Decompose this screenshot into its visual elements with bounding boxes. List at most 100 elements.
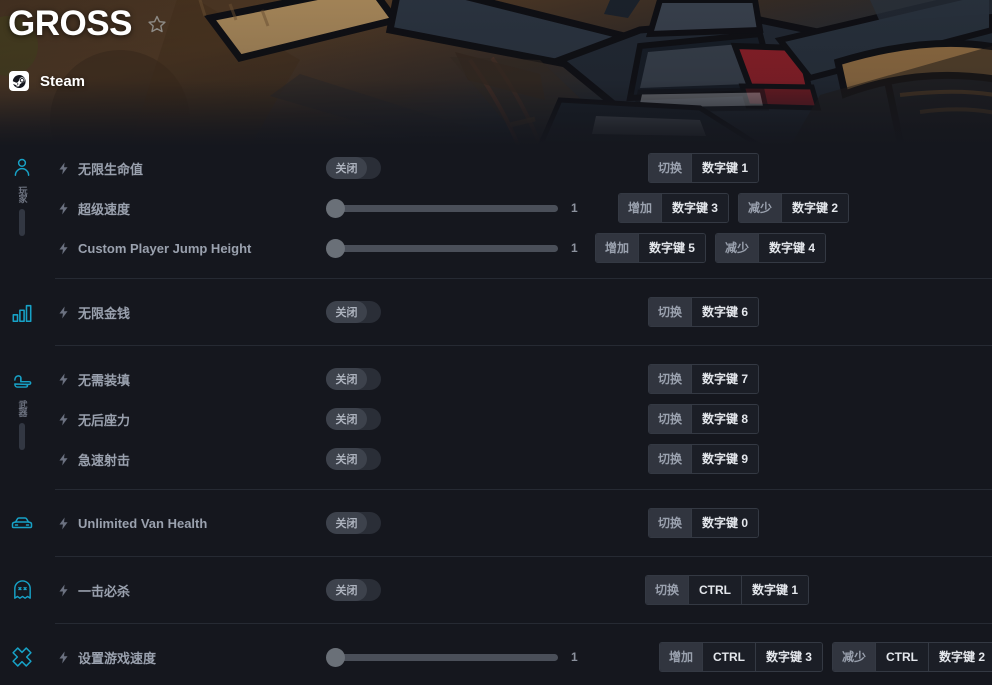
hotkey-combo[interactable]: 减少 数字键 2 <box>737 193 849 223</box>
cheat-row[interactable]: 无限金钱 关闭 切换 数字键 6 <box>55 292 992 332</box>
hotkey-key: 数字键 4 <box>757 234 825 262</box>
toggle-switch[interactable]: 关闭 <box>326 368 381 390</box>
cheat-control[interactable]: 1 <box>326 646 578 668</box>
cheat-label: 急速射击 <box>78 452 131 468</box>
cheat-label: 无需装填 <box>78 372 131 388</box>
hotkey-modifier-key: CTRL <box>701 643 755 671</box>
hotkey-key: 数字键 7 <box>690 365 758 393</box>
cheat-row[interactable]: Unlimited Van Health 关闭 切换 数字键 0 <box>55 503 992 543</box>
hotkey-combo[interactable]: 切换 数字键 6 <box>647 297 759 327</box>
cheat-control[interactable]: 1 <box>326 237 578 259</box>
value-slider[interactable] <box>326 197 558 219</box>
hotkey-combo[interactable]: 增加 数字键 5 <box>594 233 706 263</box>
ghost-icon[interactable] <box>9 577 35 603</box>
hotkey-group: 切换 数字键 0 <box>647 508 759 538</box>
sidebar-item-money[interactable] <box>0 300 44 326</box>
cheat-row[interactable]: 无需装填 关闭 切换 数字键 7 <box>55 359 992 399</box>
toggle-state-label: 关闭 <box>326 301 367 323</box>
cheat-label: 一击必杀 <box>78 583 131 599</box>
hotkey-combo[interactable]: 切换 数字键 8 <box>647 404 759 434</box>
slider-knob[interactable] <box>326 647 345 667</box>
toggle-switch[interactable]: 关闭 <box>326 512 381 534</box>
sidebar-item-enemies[interactable] <box>0 577 44 603</box>
cheat-label: 设置游戏速度 <box>78 650 157 666</box>
toggle-switch[interactable]: 关闭 <box>326 157 381 179</box>
toggle-switch[interactable]: 关闭 <box>326 448 381 470</box>
bar-chart-icon[interactable] <box>9 300 35 326</box>
platform-label: Steam <box>40 72 86 90</box>
sidebar-item-player[interactable]: 玩家 <box>0 154 44 236</box>
group-separator <box>55 345 992 346</box>
hotkey-key: 数字键 2 <box>780 194 848 222</box>
cheat-control[interactable]: 关闭 <box>326 579 381 601</box>
toggle-state-label: 关闭 <box>326 512 367 534</box>
toggle-switch[interactable]: 关闭 <box>326 301 381 323</box>
hotkey-key: 数字键 5 <box>637 234 705 262</box>
lightning-icon <box>55 372 71 387</box>
hotkey-combo[interactable]: 减少 数字键 4 <box>714 233 826 263</box>
cheat-control[interactable]: 1 <box>326 197 578 219</box>
hotkey-group: 切换 数字键 6 <box>647 297 759 327</box>
toggle-state-label: 关闭 <box>326 448 367 470</box>
hotkey-combo[interactable]: 切换 数字键 1 <box>647 153 759 183</box>
category-sidebar: 玩家 武器 <box>0 146 44 685</box>
cheat-label: Unlimited Van Health <box>78 515 208 531</box>
hotkey-group: 切换 数字键 1 <box>647 153 759 183</box>
lightning-icon <box>55 161 71 176</box>
group-separator <box>55 623 992 624</box>
sidebar-item-vehicle[interactable] <box>0 510 44 536</box>
cheat-row[interactable]: 一击必杀 关闭 切换 CTRL 数字键 1 <box>55 570 992 610</box>
hotkey-group: 切换 数字键 8 <box>647 404 759 434</box>
slider-knob[interactable] <box>326 198 345 218</box>
cheat-control[interactable]: 关闭 <box>326 157 381 179</box>
cheat-row[interactable]: Custom Player Jump Height 1 增加 数字键 5 减少 … <box>55 228 992 268</box>
hotkey-combo[interactable]: 增加 数字键 3 <box>617 193 729 223</box>
cheat-control[interactable]: 关闭 <box>326 408 381 430</box>
cheat-label: Custom Player Jump Height <box>78 240 252 256</box>
hotkey-action: 减少 <box>832 643 875 671</box>
cheat-label: 无限生命值 <box>78 161 144 177</box>
hotkey-combo[interactable]: 切换 数字键 7 <box>647 364 759 394</box>
car-icon[interactable] <box>9 510 35 536</box>
cheat-row[interactable]: 无后座力 关闭 切换 数字键 8 <box>55 399 992 439</box>
slider-track <box>332 204 558 212</box>
cross-icon[interactable] <box>9 644 35 670</box>
game-title-row: GROSS <box>8 2 168 46</box>
hotkey-combo[interactable]: 增加 CTRL 数字键 3 <box>658 642 823 672</box>
toggle-switch[interactable]: 关闭 <box>326 408 381 430</box>
hotkey-combo[interactable]: 减少 CTRL 数字键 2 <box>831 642 992 672</box>
sidebar-item-game[interactable] <box>0 644 44 670</box>
cheat-control[interactable]: 关闭 <box>326 448 381 470</box>
cheat-row[interactable]: 设置游戏速度 1 增加 CTRL 数字键 3 减少 CTRL 数字键 2 <box>55 637 992 677</box>
cheat-row[interactable]: 急速射击 关闭 切换 数字键 9 <box>55 439 992 479</box>
hotkey-action: 减少 <box>715 234 758 262</box>
cheat-trainer-window: GROSS Steam 玩家 武器 无限生命值 关闭 切换 数字键 1 超级速度… <box>0 0 992 685</box>
value-slider[interactable] <box>326 646 558 668</box>
person-icon[interactable] <box>9 154 35 180</box>
cheat-row[interactable]: 无限生命值 关闭 切换 数字键 1 <box>55 148 992 188</box>
toggle-switch[interactable]: 关闭 <box>326 579 381 601</box>
lightning-icon <box>55 412 71 427</box>
sidebar-scroll-indicator <box>19 209 25 236</box>
star-outline-icon[interactable] <box>146 13 168 35</box>
cheat-control[interactable]: 关闭 <box>326 368 381 390</box>
value-slider[interactable] <box>326 237 558 259</box>
slider-knob[interactable] <box>326 238 345 258</box>
hotkey-action: 切换 <box>648 298 691 326</box>
hotkey-combo[interactable]: 切换 数字键 9 <box>647 444 759 474</box>
hotkey-combo[interactable]: 切换 CTRL 数字键 1 <box>644 575 809 605</box>
sidebar-item-weapons[interactable]: 武器 <box>0 368 44 450</box>
pointing-hand-icon[interactable] <box>9 368 35 394</box>
hotkey-action: 切换 <box>648 405 691 433</box>
platform-row[interactable]: Steam <box>9 71 85 91</box>
hotkey-action: 切换 <box>648 154 691 182</box>
group-separator <box>55 556 992 557</box>
hotkey-key: 数字键 3 <box>660 194 728 222</box>
group-separator <box>55 278 992 279</box>
cheat-control[interactable]: 关闭 <box>326 301 381 323</box>
toggle-state-label: 关闭 <box>326 579 367 601</box>
cheat-control[interactable]: 关闭 <box>326 512 381 534</box>
sidebar-item-player-label: 玩家 <box>17 186 28 202</box>
hotkey-combo[interactable]: 切换 数字键 0 <box>647 508 759 538</box>
cheat-row[interactable]: 超级速度 1 增加 数字键 3 减少 数字键 2 <box>55 188 992 228</box>
